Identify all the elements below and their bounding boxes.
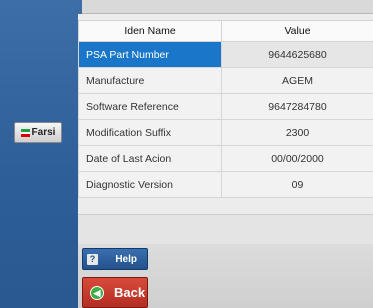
help-button[interactable]: ? Help — [82, 248, 148, 270]
flag-icon — [20, 128, 30, 137]
back-arrow-icon: ◀ — [90, 285, 104, 300]
column-header-value: Value — [221, 20, 373, 42]
row-value: 9647284780 — [221, 93, 373, 120]
row-value: AGEM — [221, 67, 373, 94]
table-row[interactable]: PSA Part Number 9644625680 — [78, 41, 373, 68]
table-row[interactable]: Date of Last Acion 00/00/2000 — [78, 145, 373, 172]
row-value: 00/00/2000 — [221, 145, 373, 172]
identification-table: Iden Name Value PSA Part Number 96446256… — [78, 20, 373, 198]
help-label: Help — [115, 253, 137, 265]
row-value: 09 — [221, 171, 373, 198]
row-value: 9644625680 — [221, 41, 373, 68]
table-row[interactable]: Manufacture AGEM — [78, 67, 373, 94]
row-name: Manufacture — [78, 67, 222, 94]
farsi-language-button[interactable]: Farsi — [14, 122, 62, 143]
farsi-label: Farsi — [31, 127, 56, 138]
table-row[interactable]: Diagnostic Version 09 — [78, 171, 373, 198]
row-name: Modification Suffix — [78, 119, 222, 146]
row-value: 2300 — [221, 119, 373, 146]
back-label: Back — [114, 285, 146, 300]
table-row[interactable]: Modification Suffix 2300 — [78, 119, 373, 146]
help-icon: ? — [87, 253, 98, 265]
table-row[interactable]: Software Reference 9647284780 — [78, 93, 373, 120]
row-name: Date of Last Acion — [78, 145, 222, 172]
sidebar — [0, 0, 82, 308]
top-strip — [82, 0, 373, 14]
column-header-name: Iden Name — [78, 20, 222, 42]
row-name: PSA Part Number — [78, 41, 222, 68]
back-button[interactable]: ◀ Back — [82, 277, 148, 308]
table-empty-area — [78, 214, 373, 244]
row-name: Diagnostic Version — [78, 171, 222, 198]
row-name: Software Reference — [78, 93, 222, 120]
table-header-row: Iden Name Value — [78, 20, 373, 42]
